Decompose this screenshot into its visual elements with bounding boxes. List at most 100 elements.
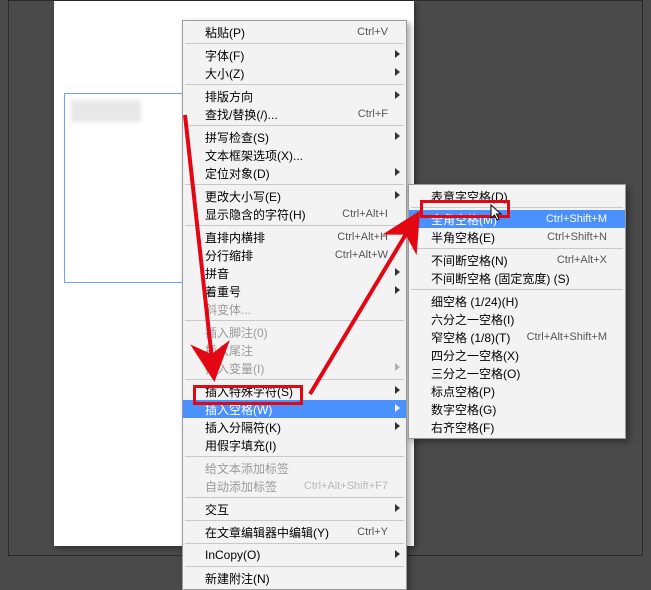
menu-item-label: 自动添加标签 — [205, 478, 304, 495]
main-menu-item-19: 斜变体... — [183, 300, 406, 318]
submenu-separator — [411, 207, 623, 208]
chevron-right-icon — [395, 132, 400, 140]
main-menu-separator — [185, 84, 404, 85]
main-menu-item-0[interactable]: 粘贴(P)Ctrl+V — [183, 23, 406, 41]
main-menu-item-27[interactable]: 插入分隔符(K) — [183, 418, 406, 436]
menu-item-label: 不间断空格(N) — [431, 252, 557, 269]
menu-item-label: 新建附注(N) — [205, 570, 388, 587]
main-menu-item-10[interactable]: 定位对象(D) — [183, 164, 406, 182]
menu-item-label: 三分之一空格(O) — [431, 365, 607, 382]
menu-item-label: 着重号 — [205, 283, 388, 300]
main-menu-item-12[interactable]: 更改大小写(E) — [183, 187, 406, 205]
submenu-item-3[interactable]: 半角空格(E)Ctrl+Shift+N — [409, 228, 625, 246]
submenu-item-12[interactable]: 三分之一空格(O) — [409, 364, 625, 382]
menu-item-shortcut: Ctrl+Alt+H — [337, 231, 388, 243]
main-menu-separator — [185, 543, 404, 544]
menu-item-label: 不间断空格 (固定宽度) (S) — [431, 270, 607, 287]
main-menu-item-18[interactable]: 着重号 — [183, 282, 406, 300]
menu-item-label: 大小(Z) — [205, 65, 388, 82]
main-menu-item-39[interactable]: 新建附注(N) — [183, 569, 406, 587]
chevron-right-icon — [395, 504, 400, 512]
menu-item-label: 右齐空格(F) — [431, 419, 607, 436]
main-menu-item-6[interactable]: 查找/替换(/)...Ctrl+F — [183, 105, 406, 123]
submenu-item-11[interactable]: 四分之一空格(X) — [409, 346, 625, 364]
menu-item-label: 插入分隔符(K) — [205, 419, 388, 436]
main-menu-item-8[interactable]: 拼写检查(S) — [183, 128, 406, 146]
main-menu-separator — [185, 497, 404, 498]
context-submenu-insert-space[interactable]: 表意字空格(D)全角空格(M)Ctrl+Shift+M半角空格(E)Ctrl+S… — [408, 184, 626, 439]
context-menu-main[interactable]: 粘贴(P)Ctrl+V字体(F)大小(Z)排版方向查找/替换(/)...Ctrl… — [182, 20, 407, 590]
chevron-right-icon — [395, 363, 400, 371]
submenu-item-2[interactable]: 全角空格(M)Ctrl+Shift+M — [409, 210, 625, 228]
chevron-right-icon — [395, 50, 400, 58]
main-menu-separator — [185, 125, 404, 126]
submenu-item-5[interactable]: 不间断空格(N)Ctrl+Alt+X — [409, 251, 625, 269]
submenu-item-8[interactable]: 细空格 (1/24)(H) — [409, 292, 625, 310]
main-menu-item-21: 插入脚注(0) — [183, 323, 406, 341]
submenu-item-15[interactable]: 右齐空格(F) — [409, 418, 625, 436]
main-menu-item-33[interactable]: 交互 — [183, 500, 406, 518]
menu-item-label: 插入变量(I) — [205, 360, 388, 377]
submenu-item-6[interactable]: 不间断空格 (固定宽度) (S) — [409, 269, 625, 287]
menu-item-label: 全角空格(M) — [431, 211, 546, 228]
menu-item-label: 插入特殊字符(S) — [205, 383, 388, 400]
submenu-item-13[interactable]: 标点空格(P) — [409, 382, 625, 400]
menu-item-shortcut: Ctrl+F — [358, 108, 388, 120]
submenu-item-10[interactable]: 窄空格 (1/8)(T)Ctrl+Alt+Shift+M — [409, 328, 625, 346]
main-menu-item-9[interactable]: 文本框架选项(X)... — [183, 146, 406, 164]
main-menu-separator — [185, 379, 404, 380]
main-menu-separator — [185, 225, 404, 226]
menu-item-shortcut: Ctrl+Shift+M — [546, 213, 607, 225]
main-menu-separator — [185, 184, 404, 185]
main-menu-item-16[interactable]: 分行缩排Ctrl+Alt+W — [183, 246, 406, 264]
menu-item-shortcut: Ctrl+Alt+I — [342, 208, 388, 220]
menu-item-label: 字体(F) — [205, 47, 388, 64]
main-menu-item-37[interactable]: InCopy(O) — [183, 546, 406, 564]
menu-item-shortcut: Ctrl+Alt+X — [557, 254, 607, 266]
menu-item-label: 排版方向 — [205, 88, 388, 105]
menu-item-label: 斜变体... — [205, 301, 388, 318]
main-menu-item-13[interactable]: 显示隐含的字符(H)Ctrl+Alt+I — [183, 205, 406, 223]
main-menu-item-26[interactable]: 插入空格(W) — [183, 400, 406, 418]
main-menu-item-35[interactable]: 在文章编辑器中编辑(Y)Ctrl+Y — [183, 523, 406, 541]
submenu-separator — [411, 289, 623, 290]
menu-item-label: 数字空格(G) — [431, 401, 607, 418]
menu-item-label: 文本框架选项(X)... — [205, 147, 388, 164]
chevron-right-icon — [395, 68, 400, 76]
blurred-text — [71, 100, 141, 122]
chevron-right-icon — [395, 386, 400, 394]
menu-item-label: 给文本添加标签 — [205, 460, 388, 477]
menu-item-label: 查找/替换(/)... — [205, 106, 358, 123]
submenu-item-9[interactable]: 六分之一空格(I) — [409, 310, 625, 328]
chevron-right-icon — [395, 268, 400, 276]
main-menu-item-28[interactable]: 用假字填充(I) — [183, 436, 406, 454]
menu-item-label: 用假字填充(I) — [205, 437, 388, 454]
menu-item-shortcut: Ctrl+Y — [357, 526, 388, 538]
main-menu-separator — [185, 43, 404, 44]
main-menu-item-25[interactable]: 插入特殊字符(S) — [183, 382, 406, 400]
submenu-item-0[interactable]: 表意字空格(D) — [409, 187, 625, 205]
menu-item-label: 标点空格(P) — [431, 383, 607, 400]
menu-item-shortcut: Ctrl+Alt+Shift+M — [527, 331, 607, 343]
menu-item-label: 拼写检查(S) — [205, 129, 388, 146]
main-menu-item-3[interactable]: 大小(Z) — [183, 64, 406, 82]
menu-item-label: 定位对象(D) — [205, 165, 388, 182]
submenu-item-14[interactable]: 数字空格(G) — [409, 400, 625, 418]
main-menu-item-30: 给文本添加标签 — [183, 459, 406, 477]
chevron-right-icon — [395, 191, 400, 199]
main-menu-item-15[interactable]: 直排内横排Ctrl+Alt+H — [183, 228, 406, 246]
main-menu-separator — [185, 320, 404, 321]
main-menu-item-2[interactable]: 字体(F) — [183, 46, 406, 64]
main-menu-item-31: 自动添加标签Ctrl+Alt+Shift+F7 — [183, 477, 406, 495]
chevron-right-icon — [395, 286, 400, 294]
main-menu-item-17[interactable]: 拼音 — [183, 264, 406, 282]
menu-item-label: 窄空格 (1/8)(T) — [431, 329, 527, 346]
chevron-right-icon — [395, 550, 400, 558]
menu-item-label: 半角空格(E) — [431, 229, 547, 246]
main-menu-separator — [185, 520, 404, 521]
menu-item-label: 分行缩排 — [205, 247, 335, 264]
menu-item-label: 拼音 — [205, 265, 388, 282]
main-menu-separator — [185, 456, 404, 457]
menu-item-shortcut: Ctrl+Alt+Shift+F7 — [304, 480, 388, 492]
main-menu-item-5[interactable]: 排版方向 — [183, 87, 406, 105]
